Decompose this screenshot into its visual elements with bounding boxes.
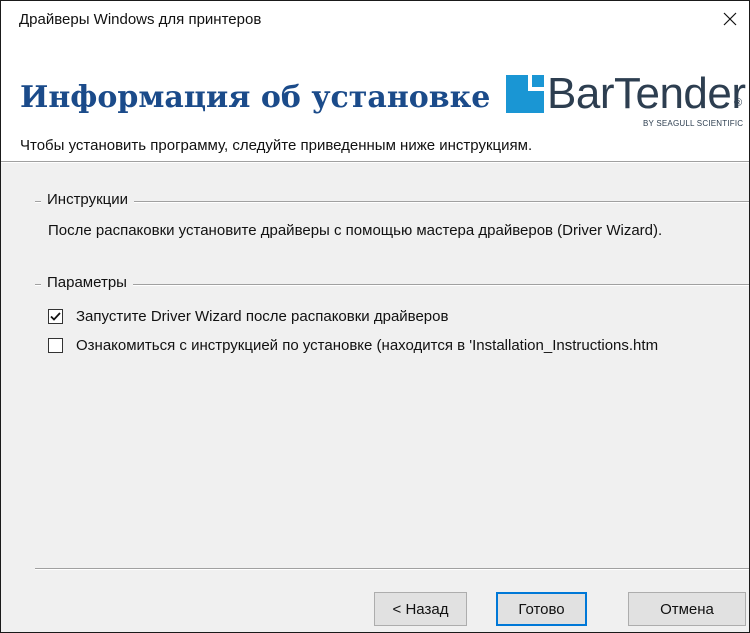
- run-driver-wizard-label: Запустите Driver Wizard после распаковки…: [76, 308, 449, 325]
- logo-byline: BY SEAGULL SCIENTIFIC: [643, 119, 744, 128]
- logo-wordmark: BarTender: [547, 69, 746, 118]
- parameters-group-label: Параметры: [41, 274, 133, 291]
- back-button[interactable]: < Назад: [374, 592, 467, 626]
- logo-registered-mark: ®: [734, 97, 743, 109]
- title-bar: Драйверы Windows для принтеров: [1, 1, 749, 37]
- wizard-header: Информация об установке BarTender ® BY S…: [1, 37, 749, 163]
- view-install-instructions-checkbox[interactable]: [48, 338, 63, 353]
- instructions-text: После распаковки установите драйверы с п…: [48, 222, 663, 239]
- dialog-content: Инструкции После распаковки установите д…: [1, 163, 749, 632]
- page-subtitle: Чтобы установить программу, следуйте при…: [20, 137, 533, 154]
- close-button[interactable]: [710, 1, 749, 37]
- footer-divider: [35, 568, 749, 570]
- bartender-logo-mark-icon: [506, 75, 544, 113]
- page-title: Информация об установке: [20, 80, 491, 115]
- run-driver-wizard-checkbox[interactable]: [48, 309, 63, 324]
- bartender-logo: BarTender ® BY SEAGULL SCIENTIFIC: [506, 69, 749, 133]
- close-icon: [723, 12, 737, 26]
- cancel-button[interactable]: Отмена: [628, 592, 746, 626]
- instructions-group-line: [35, 201, 749, 203]
- parameters-group-line: [35, 284, 749, 286]
- view-install-instructions-option[interactable]: Ознакомиться с инструкцией по установке …: [48, 337, 658, 354]
- installer-dialog: Драйверы Windows для принтеров Информаци…: [0, 0, 750, 633]
- run-driver-wizard-option[interactable]: Запустите Driver Wizard после распаковки…: [48, 308, 448, 325]
- checkmark-icon: [50, 312, 61, 321]
- finish-button[interactable]: Готово: [496, 592, 587, 626]
- window-title: Драйверы Windows для принтеров: [19, 11, 262, 28]
- view-install-instructions-label: Ознакомиться с инструкцией по установке …: [76, 337, 659, 354]
- instructions-group-label: Инструкции: [41, 191, 135, 208]
